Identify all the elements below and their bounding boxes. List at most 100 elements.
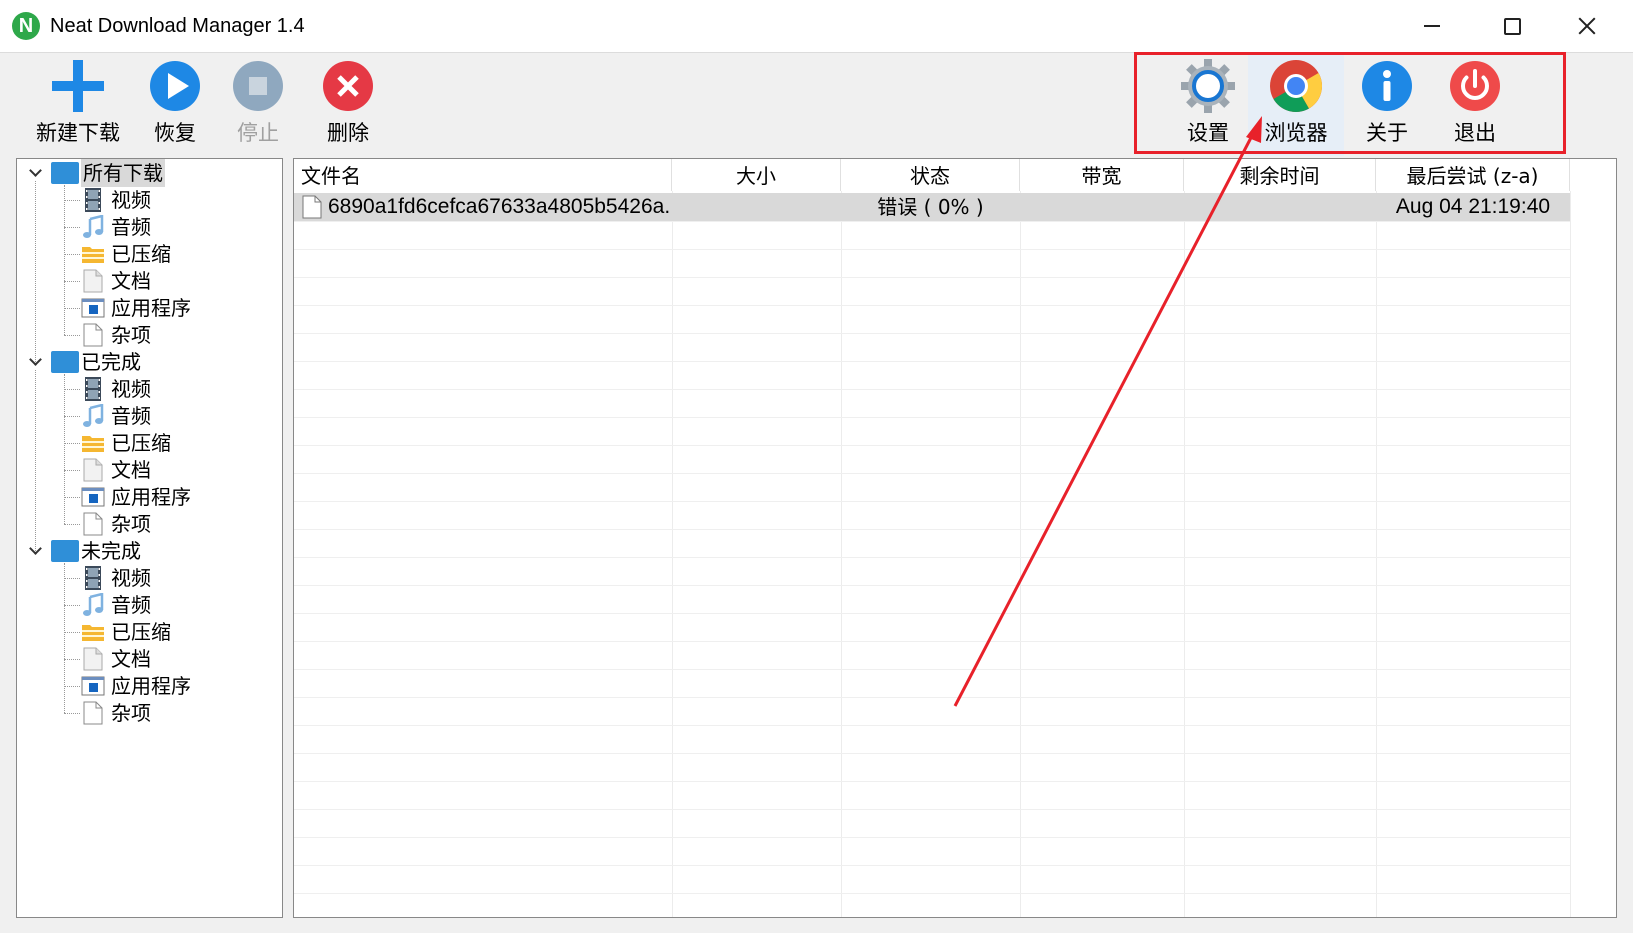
tree-item-programs[interactable]: 应用程序 xyxy=(17,672,277,700)
toolbar: 新建下载 恢复 停止 删除 设置 浏览器 关于 退出 xyxy=(0,52,1633,156)
tree-group-all-downloads[interactable]: 所有下载 xyxy=(17,159,277,187)
misc-file-icon xyxy=(83,512,103,536)
grid-line xyxy=(294,781,1570,782)
tree-item-misc[interactable]: 杂项 xyxy=(17,699,277,727)
film-icon xyxy=(85,566,101,590)
about-button[interactable]: 关于 xyxy=(1346,52,1428,156)
tree-item-video[interactable]: 视频 xyxy=(17,375,277,403)
grid-line xyxy=(294,865,1570,866)
tree-item-compressed[interactable]: 已压缩 xyxy=(17,429,277,457)
cell-filename: 6890a1fd6cefca67633a4805b5426a... xyxy=(328,195,670,218)
tree-connector xyxy=(64,470,80,471)
tree-connector xyxy=(64,416,80,417)
tree-item-compressed[interactable]: 已压缩 xyxy=(17,240,277,268)
stop-label: 停止 xyxy=(237,121,279,145)
tree-connector xyxy=(64,605,80,606)
tree-item-video[interactable]: 视频 xyxy=(17,564,277,592)
tree-item-label: 已压缩 xyxy=(111,242,171,266)
tree-item-label: 应用程序 xyxy=(111,485,191,509)
tree-item-label: 视频 xyxy=(111,566,151,590)
minimize-button[interactable] xyxy=(1392,0,1468,52)
gear-icon xyxy=(1181,59,1235,113)
tree-item-label: 杂项 xyxy=(111,512,151,536)
column-header-bandwidth[interactable]: 带宽 xyxy=(1020,159,1184,191)
archive-folder-icon xyxy=(82,247,104,263)
tree-item-label: 音频 xyxy=(111,404,151,428)
column-header-status[interactable]: 状态 xyxy=(841,159,1020,191)
grid-line xyxy=(294,529,1570,530)
tree-group-label: 已完成 xyxy=(81,350,141,374)
tree-item-documents[interactable]: 文档 xyxy=(17,267,277,295)
close-button[interactable] xyxy=(1552,0,1628,52)
tree-item-video[interactable]: 视频 xyxy=(17,186,277,214)
grid-line xyxy=(294,753,1570,754)
tree-connector xyxy=(35,181,36,362)
app-logo-icon: N xyxy=(12,12,40,40)
exit-button[interactable]: 退出 xyxy=(1434,52,1516,156)
tree-item-programs[interactable]: 应用程序 xyxy=(17,483,277,511)
application-icon xyxy=(81,487,105,507)
maximize-button[interactable] xyxy=(1472,0,1548,52)
exit-label: 退出 xyxy=(1454,121,1496,145)
tree-item-documents[interactable]: 文档 xyxy=(17,456,277,484)
tree-item-label: 应用程序 xyxy=(111,296,191,320)
tree-item-label: 音频 xyxy=(111,215,151,239)
grid-line xyxy=(294,893,1570,894)
grid-line xyxy=(294,809,1570,810)
resume-button[interactable]: 恢复 xyxy=(135,52,215,156)
tree-connector xyxy=(64,185,65,335)
folder-icon xyxy=(51,540,79,562)
column-header-remaining[interactable]: 剩余时间 xyxy=(1184,159,1376,191)
table-row[interactable]: 6890a1fd6cefca67633a4805b5426a... 错误 ( 0… xyxy=(294,193,1570,221)
stop-button[interactable]: 停止 xyxy=(218,52,298,156)
chevron-down-icon[interactable] xyxy=(27,537,45,565)
tree-connector xyxy=(35,370,36,551)
settings-button[interactable]: 设置 xyxy=(1168,52,1248,156)
column-header-last-try[interactable]: 最后尝试 (z-a) xyxy=(1376,159,1570,191)
new-download-button[interactable]: 新建下载 xyxy=(30,52,126,156)
tree-item-compressed[interactable]: 已压缩 xyxy=(17,618,277,646)
tree-connector xyxy=(64,524,80,525)
delete-button[interactable]: 删除 xyxy=(308,52,388,156)
tree-item-label: 杂项 xyxy=(111,323,151,347)
grid-line xyxy=(294,417,1570,418)
file-icon xyxy=(302,195,322,219)
tree-item-audio[interactable]: 音频 xyxy=(17,591,277,619)
tree-group-completed[interactable]: 已完成 xyxy=(17,348,277,376)
tree-connector xyxy=(64,686,80,687)
folder-icon xyxy=(51,351,79,373)
grid-line xyxy=(294,641,1570,642)
tree-group-label: 未完成 xyxy=(81,539,141,563)
tree-item-label: 文档 xyxy=(111,269,151,293)
tree-item-audio[interactable]: 音频 xyxy=(17,402,277,430)
title-bar: N Neat Download Manager 1.4 xyxy=(0,0,1633,53)
column-header-size[interactable]: 大小 xyxy=(672,159,841,191)
plus-icon xyxy=(52,60,104,112)
tree-group-unfinished[interactable]: 未完成 xyxy=(17,537,277,565)
tree-item-documents[interactable]: 文档 xyxy=(17,645,277,673)
tree-item-misc[interactable]: 杂项 xyxy=(17,321,277,349)
misc-file-icon xyxy=(83,323,103,347)
archive-folder-icon xyxy=(82,436,104,452)
cell-last-try: Aug 04 21:19:40 xyxy=(1395,195,1551,218)
chevron-down-icon[interactable] xyxy=(27,159,45,187)
browser-button[interactable]: 浏览器 xyxy=(1248,52,1344,156)
tree-connector xyxy=(64,443,80,444)
film-icon xyxy=(85,377,101,401)
grid-line xyxy=(294,725,1570,726)
settings-label: 设置 xyxy=(1187,121,1229,145)
tree-item-misc[interactable]: 杂项 xyxy=(17,510,277,538)
grid-line xyxy=(294,557,1570,558)
chevron-down-icon[interactable] xyxy=(27,348,45,376)
grid-line xyxy=(294,305,1570,306)
delete-x-icon xyxy=(323,61,373,111)
tree-connector xyxy=(64,578,80,579)
film-icon xyxy=(85,188,101,212)
stop-icon xyxy=(233,61,283,111)
tree-connector xyxy=(64,227,80,228)
tree-item-label: 已压缩 xyxy=(111,431,171,455)
tree-item-programs[interactable]: 应用程序 xyxy=(17,294,277,322)
tree-connector xyxy=(64,497,80,498)
tree-item-audio[interactable]: 音频 xyxy=(17,213,277,241)
column-header-filename[interactable]: 文件名 xyxy=(294,159,672,191)
